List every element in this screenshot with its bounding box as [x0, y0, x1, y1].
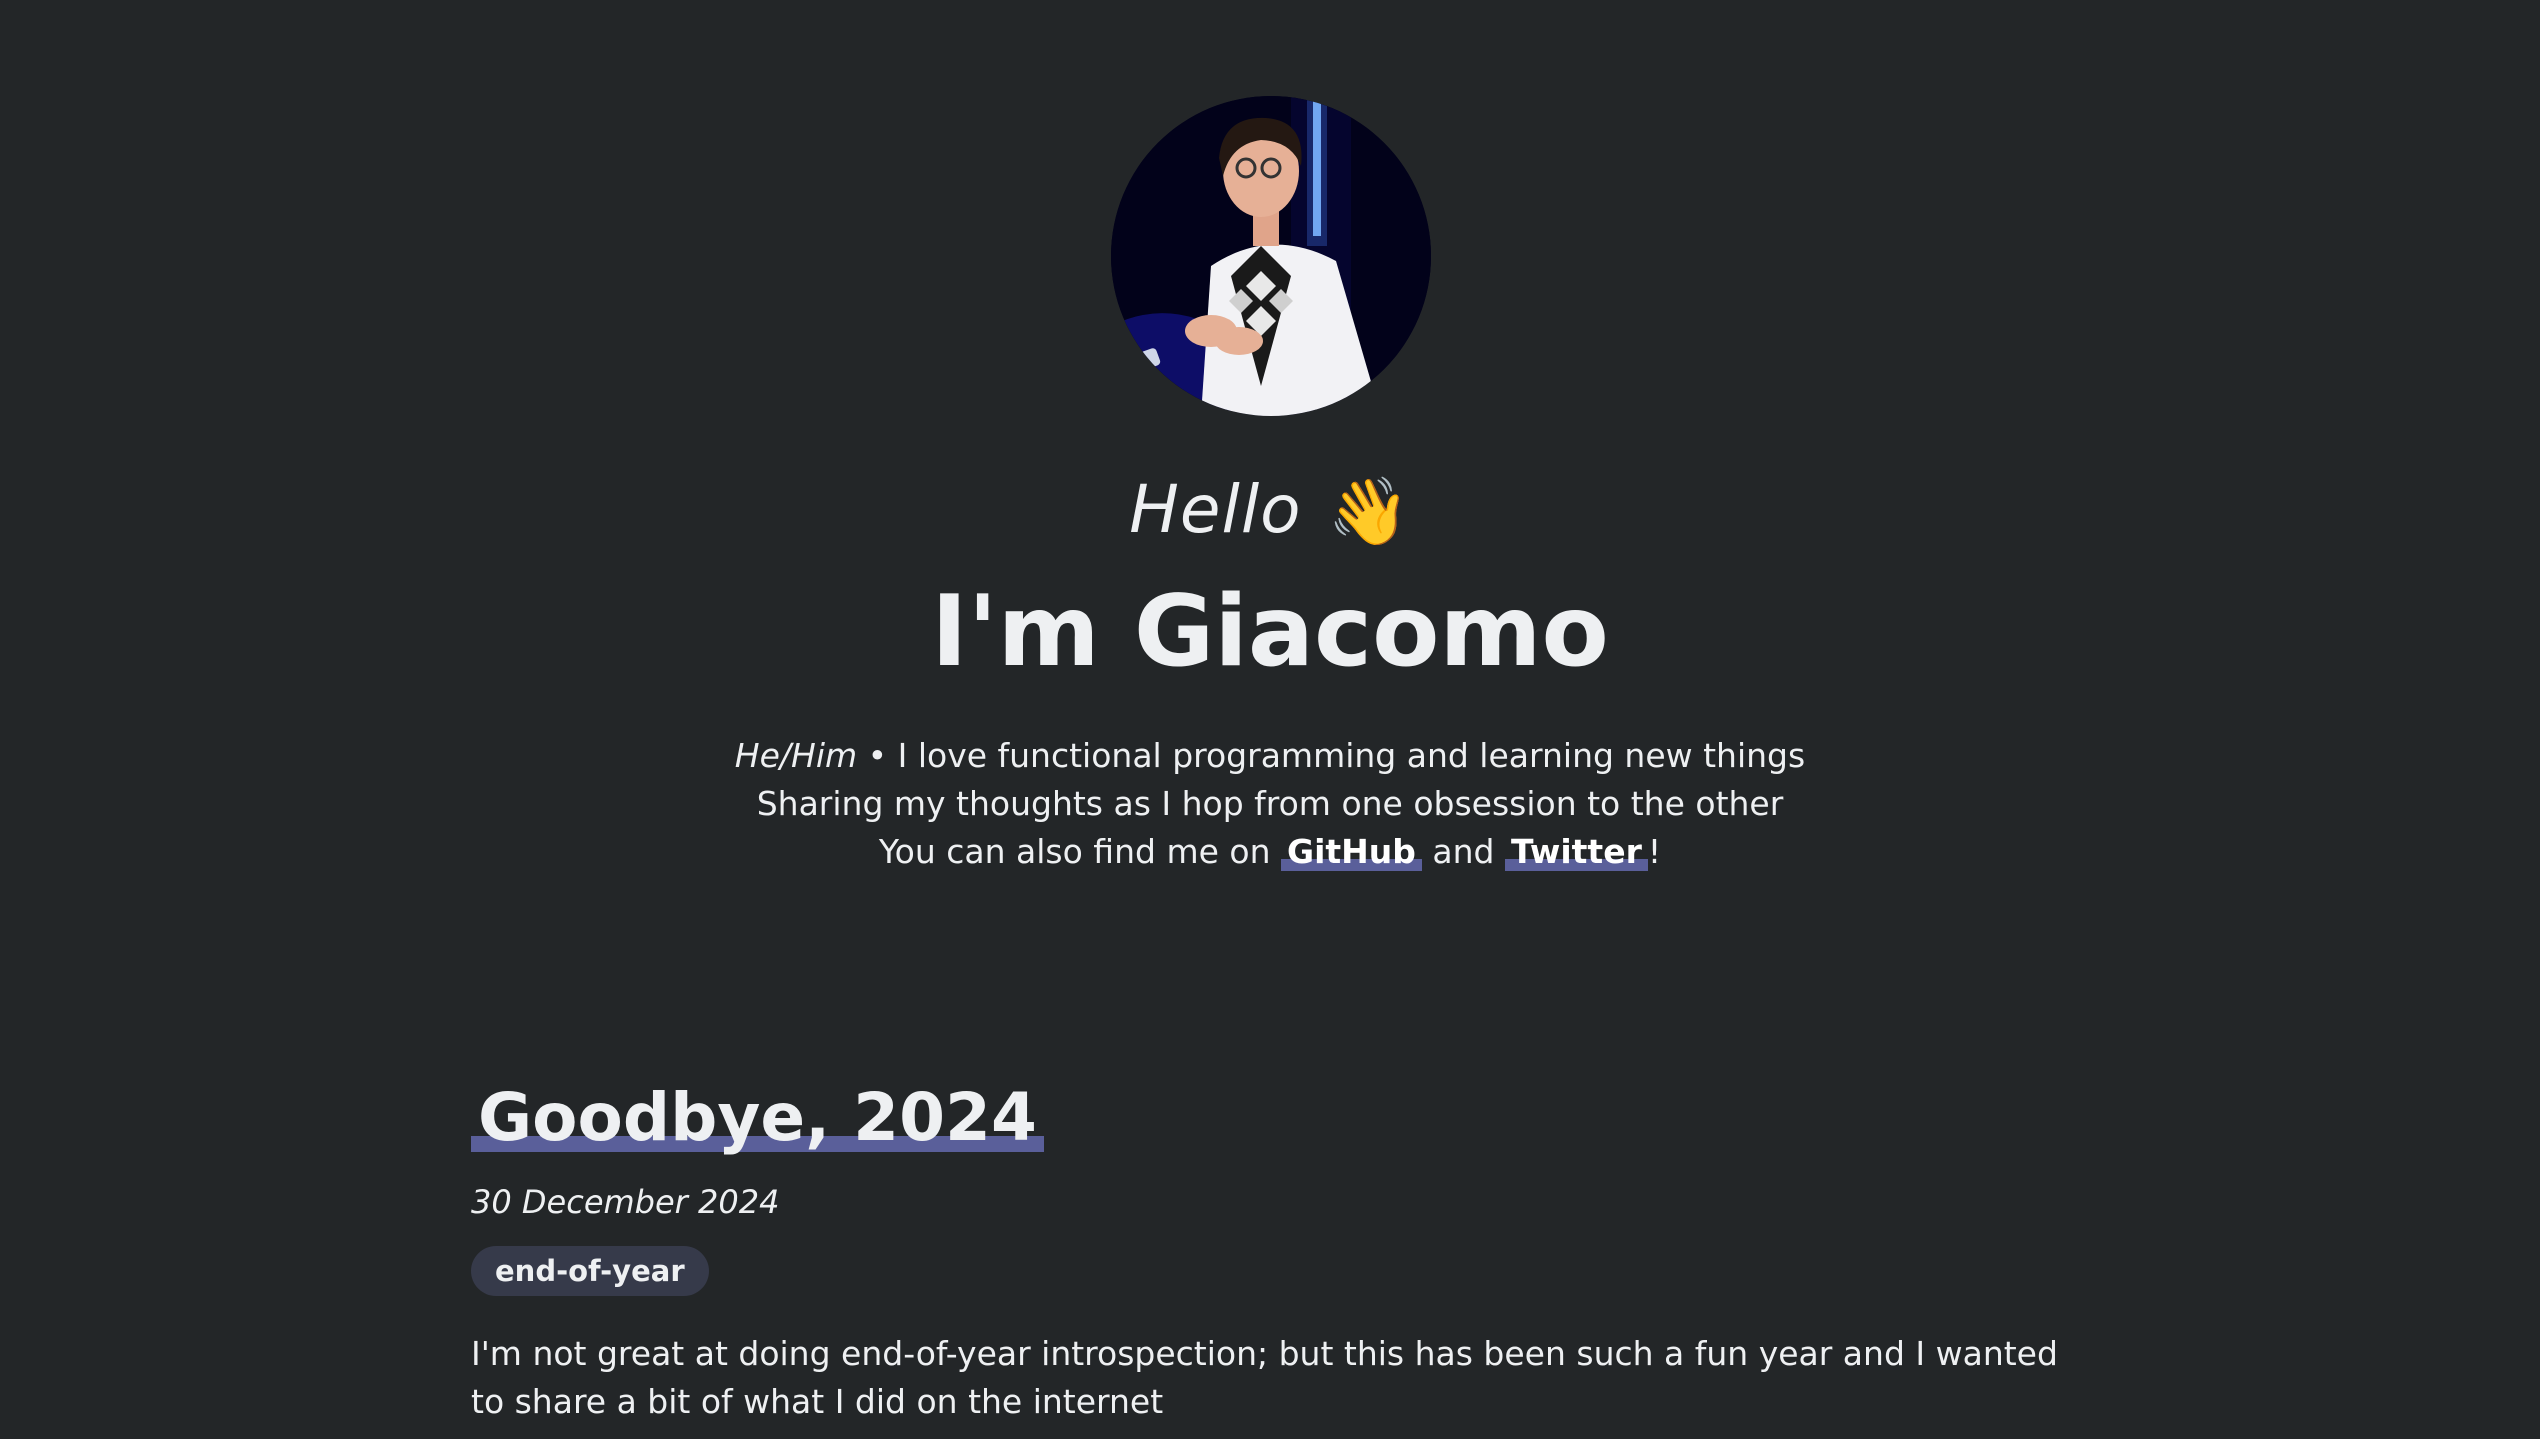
post-title-link[interactable]: Goodbye, 2024 [471, 1070, 1044, 1166]
intro-line-3-suffix: ! [1647, 832, 1662, 871]
intro-and: and [1421, 832, 1505, 871]
post-date: 30 December 2024 [471, 1183, 780, 1221]
github-link[interactable]: GitHub [1280, 832, 1422, 871]
intro-line-2: Sharing my thoughts as I hop from one ob… [756, 784, 1784, 823]
twitter-link[interactable]: Twitter [1504, 832, 1648, 871]
post-excerpt: I'm not great at doing end-of-year intro… [471, 1334, 2058, 1421]
intro-line-3-prefix: You can also find me on [878, 832, 1281, 871]
waving-hand-icon: 👋 [1327, 473, 1411, 550]
greeting: Hello 👋 [0, 468, 2540, 554]
intro-line-3: You can also find me on GitHub and Twitt… [0, 828, 2540, 876]
post-item: Goodbye, 2024 30 December 2024 end-of-ye… [471, 1070, 2071, 1426]
post-title[interactable]: Goodbye, 2024 [471, 1070, 1044, 1166]
avatar-photo [1111, 96, 1431, 416]
greeting-text: Hello [1129, 471, 1302, 548]
page-title: I'm Giacomo [931, 575, 1609, 689]
pronouns: He/Him [734, 736, 858, 775]
post-tag[interactable]: end-of-year [471, 1246, 709, 1296]
page: Hello 👋 I'm Giacomo He/Him • I love funct… [0, 0, 2540, 1439]
avatar [1111, 96, 1431, 416]
intro: He/Him • I love functional programming a… [0, 732, 2540, 876]
intro-line-1: He/Him • I love functional programming a… [0, 732, 2540, 780]
intro-line-1-text: • I love functional programming and lear… [857, 736, 1806, 775]
